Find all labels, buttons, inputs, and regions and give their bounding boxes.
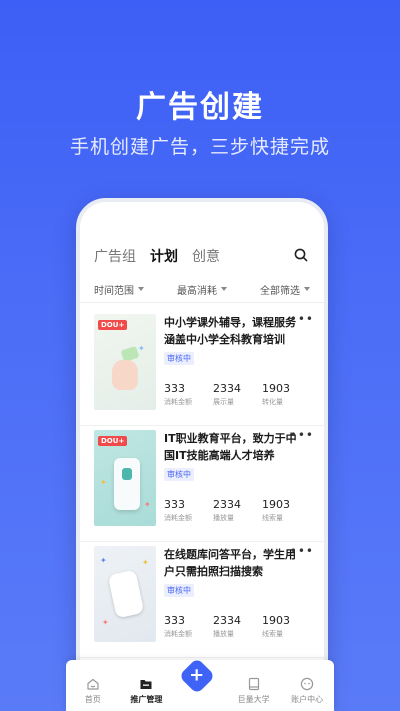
stat-label: 播放量	[213, 514, 234, 522]
nav-label: 账户中心	[291, 695, 324, 704]
filter-label: 时间范围	[94, 285, 134, 297]
account-icon	[300, 677, 314, 691]
stat-value: 2334	[213, 498, 241, 511]
nav-create[interactable]: +	[176, 657, 224, 705]
sparkle-icon: ✦	[100, 478, 107, 487]
filter-label: 最高消耗	[177, 285, 217, 297]
sparkle-icon: ✦	[138, 344, 145, 353]
stat-value: 333	[164, 382, 185, 395]
stat-label: 消耗金额	[164, 514, 192, 522]
stat-item: 333 消耗金额	[164, 382, 212, 407]
stat-item: 2334 播放量	[213, 614, 261, 639]
stat-label: 消耗金额	[164, 398, 192, 406]
plan-card[interactable]: DOU+ ✦ 中小学课外辅导，课程服务涵盖中小学全科教育培训 ••• 审核中 3…	[80, 310, 324, 426]
stat-value: 2334	[213, 614, 241, 627]
stat-item: 2334 播放量	[213, 498, 261, 523]
book-icon	[248, 677, 259, 691]
filter-all[interactable]: 全部筛选	[260, 280, 310, 298]
status-badge: 审核中	[164, 584, 194, 597]
tab-bar: 广告组 计划 创意	[94, 244, 310, 268]
filter-max-spend[interactable]: 最高消耗	[177, 280, 227, 298]
more-icon[interactable]: •••	[290, 544, 314, 558]
stat-value: 1903	[262, 498, 290, 511]
more-icon[interactable]: •••	[290, 428, 314, 442]
nav-label: 推广管理	[130, 695, 163, 704]
nav-ocean-university[interactable]: 巨量大学	[230, 677, 278, 705]
ad-thumbnail: DOU+ ✦	[94, 314, 156, 410]
folder-icon	[140, 680, 152, 689]
sparkle-icon: ✦	[142, 558, 149, 567]
sparkle-icon: ✦	[144, 500, 151, 509]
create-button[interactable]: +	[178, 657, 216, 695]
tab-creative[interactable]: 创意	[192, 246, 220, 266]
phone-screen: 广告组 计划 创意 时间范围 最高消耗 全部筛选 DOU+ ✦ 中小学课外辅导，…	[80, 202, 324, 711]
search-icon[interactable]	[294, 248, 308, 262]
chevron-down-icon	[304, 287, 310, 291]
hero-title: 广告创建	[136, 90, 264, 125]
chevron-down-icon	[138, 287, 144, 291]
plus-icon: +	[189, 665, 205, 686]
status-badge: 审核中	[164, 352, 194, 365]
stat-label: 线索量	[262, 514, 283, 522]
stat-value: 2334	[213, 382, 241, 395]
stat-value: 1903	[262, 382, 290, 395]
stat-value: 1903	[262, 614, 290, 627]
plan-card[interactable]: ✦ ✦ ✦ 在线题库问答平台，学生用户只需拍照扫描搜索 ••• 审核中 333 …	[80, 542, 324, 658]
chevron-down-icon	[221, 287, 227, 291]
dou-tag: DOU+	[98, 436, 128, 446]
stat-item: 1903 线索量	[262, 498, 310, 523]
tab-plan[interactable]: 计划	[150, 246, 178, 266]
decoration	[107, 569, 145, 619]
nav-promotion-management[interactable]: 推广管理	[122, 677, 170, 705]
plan-title: 中小学课外辅导，课程服务涵盖中小学全科教育培训	[164, 316, 296, 346]
nav-label: 首页	[84, 695, 101, 704]
plan-card[interactable]: DOU+ ✦ ✦ IT职业教育平台，致力于中国IT技能高端人才培养 ••• 审核…	[80, 426, 324, 542]
stat-value: 333	[164, 498, 185, 511]
ad-thumbnail: DOU+ ✦ ✦	[94, 430, 156, 526]
stat-item: 1903 线索量	[262, 614, 310, 639]
decoration	[112, 360, 138, 390]
stats-row: 333 消耗金额 2334 展示量 1903 转化量	[164, 382, 310, 407]
stat-item: 333 消耗金额	[164, 614, 212, 639]
stat-label: 消耗金额	[164, 630, 192, 638]
filter-label: 全部筛选	[260, 285, 300, 297]
stats-row: 333 消耗金额 2334 播放量 1903 线索量	[164, 614, 310, 639]
status-badge: 审核中	[164, 468, 194, 481]
sparkle-icon: ✦	[102, 618, 109, 627]
decoration	[122, 468, 132, 480]
sparkle-icon: ✦	[100, 556, 107, 565]
stat-item: 333 消耗金额	[164, 498, 212, 523]
stat-item: 2334 展示量	[213, 382, 261, 407]
tab-ad-group[interactable]: 广告组	[94, 246, 136, 266]
stat-label: 转化量	[262, 398, 283, 406]
home-icon	[87, 678, 99, 690]
bottom-nav: 首页 推广管理 + 巨量大学 账户中心	[66, 657, 334, 711]
stat-label: 播放量	[213, 630, 234, 638]
stats-row: 333 消耗金额 2334 播放量 1903 线索量	[164, 498, 310, 523]
hero-subtitle: 手机创建广告，三步快捷完成	[69, 136, 330, 158]
filter-time-range[interactable]: 时间范围	[94, 280, 144, 298]
phone-mockup: 广告组 计划 创意 时间范围 最高消耗 全部筛选 DOU+ ✦ 中小学课外辅导，…	[76, 198, 328, 711]
more-icon[interactable]: •••	[290, 312, 314, 326]
stat-label: 展示量	[213, 398, 234, 406]
divider	[80, 302, 324, 303]
filter-bar: 时间范围 最高消耗 全部筛选	[94, 280, 310, 298]
stat-item: 1903 转化量	[262, 382, 310, 407]
ad-thumbnail: ✦ ✦ ✦	[94, 546, 156, 642]
nav-home[interactable]: 首页	[69, 677, 117, 705]
nav-account-center[interactable]: 账户中心	[283, 677, 331, 705]
nav-label: 巨量大学	[237, 695, 270, 704]
plan-title: 在线题库问答平台，学生用户只需拍照扫描搜索	[164, 548, 296, 578]
stat-value: 333	[164, 614, 185, 627]
dou-tag: DOU+	[98, 320, 128, 330]
plan-title: IT职业教育平台，致力于中国IT技能高端人才培养	[164, 432, 297, 462]
plan-list: DOU+ ✦ 中小学课外辅导，课程服务涵盖中小学全科教育培训 ••• 审核中 3…	[80, 310, 324, 658]
decoration	[114, 458, 140, 510]
stat-label: 线索量	[262, 630, 283, 638]
